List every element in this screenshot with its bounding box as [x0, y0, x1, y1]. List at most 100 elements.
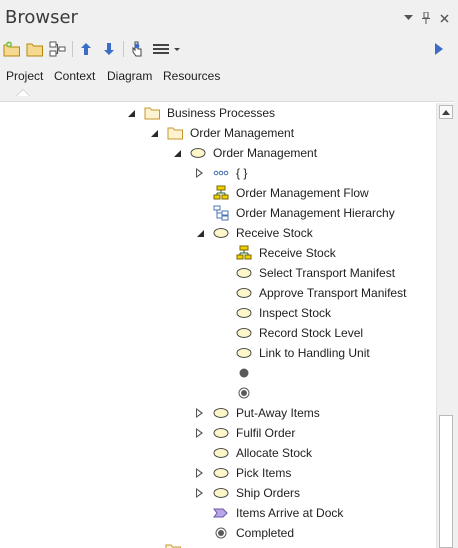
use-case-icon — [213, 485, 229, 501]
tree-node-label: Record Stock Level — [259, 326, 364, 340]
tab-strip: Project Context Diagram Resources — [0, 62, 458, 102]
folder-icon — [147, 540, 181, 548]
hierarchy-diagram-icon — [213, 205, 229, 221]
use-case-icon — [213, 445, 229, 461]
tree-node-label: Fulfil Order — [236, 426, 296, 440]
tree-node-label: Receive Stock — [236, 226, 313, 240]
expand-arrow-icon[interactable] — [195, 163, 205, 183]
new-diagram-icon[interactable] — [49, 40, 67, 58]
tree-node-label: Allocate Stock — [236, 446, 313, 460]
use-case-icon — [236, 285, 252, 301]
tree-node-label: Order Management — [213, 146, 318, 160]
new-package-icon[interactable] — [3, 40, 21, 58]
collapse-arrow-icon[interactable] — [195, 223, 205, 243]
window-title: Browser — [5, 7, 78, 28]
folder-icon — [144, 105, 160, 121]
activity-diagram-icon — [236, 245, 252, 261]
tree-node-label: Items Arrive at Dock — [236, 506, 344, 520]
tree-node[interactable]: Receive Stock — [218, 243, 336, 263]
tree-node-label: Ship Orders — [236, 486, 301, 500]
final-node-icon — [213, 525, 229, 541]
expand-arrow-icon[interactable] — [195, 403, 205, 423]
collapse-arrow-icon[interactable] — [149, 123, 159, 143]
tab-context[interactable]: Context — [54, 69, 95, 83]
toolbar — [0, 36, 458, 62]
tree-node[interactable] — [218, 383, 259, 403]
move-up-icon[interactable] — [77, 40, 95, 58]
tree-node-label: Link to Handling Unit — [259, 346, 370, 360]
tree-node-label: Completed — [236, 526, 295, 540]
use-case-icon — [213, 425, 229, 441]
use-case-icon — [236, 345, 252, 361]
window-controls — [402, 11, 450, 25]
tree-node-label: Pick Items — [236, 466, 292, 480]
use-case-icon — [236, 325, 252, 341]
use-case-icon — [236, 305, 252, 321]
use-case-icon — [213, 465, 229, 481]
tree-node[interactable]: Allocate Stock — [195, 443, 312, 463]
scroll-thumb[interactable] — [439, 415, 453, 548]
tab-resources[interactable]: Resources — [163, 69, 220, 83]
tree-node[interactable]: Approve Transport Manifest — [218, 283, 406, 303]
expand-arrow-icon[interactable] — [195, 483, 205, 503]
tree-node[interactable]: Put-Away Items — [195, 403, 320, 423]
activity-diagram-icon — [213, 185, 229, 201]
tree-node[interactable]: Inspect Stock — [218, 303, 331, 323]
tab-diagram[interactable]: Diagram — [107, 69, 152, 83]
tree-node[interactable]: Business Processes — [126, 103, 275, 123]
final-node-icon — [236, 385, 252, 401]
title-bar: Browser — [0, 0, 458, 36]
tree-node-label: Order Management Hierarchy — [236, 206, 395, 220]
tree-node-label: Select Transport Manifest — [259, 266, 396, 280]
collapse-arrow-icon[interactable] — [126, 103, 136, 123]
collapse-arrow-icon[interactable] — [172, 143, 182, 163]
locate-icon[interactable] — [128, 40, 146, 58]
tree-node[interactable]: Receive Stock — [195, 223, 313, 243]
project-tree: Business Processes Order Management Order … — [0, 103, 436, 548]
tree-node-label: Order Management — [190, 126, 295, 140]
tree-node[interactable]: Link to Handling Unit — [218, 343, 370, 363]
use-case-icon — [213, 225, 229, 241]
expand-toolbar-icon[interactable] — [430, 40, 448, 58]
tree-node[interactable]: Ship Orders — [195, 483, 300, 503]
tree-node-label: Approve Transport Manifest — [259, 286, 407, 300]
use-case-icon — [236, 265, 252, 281]
tree-node-label: Business Processes — [167, 106, 276, 120]
tree-node[interactable]: Fulfil Order — [195, 423, 295, 443]
menu-dropdown-icon[interactable] — [152, 40, 182, 58]
folder-icon — [167, 125, 183, 141]
tree-node[interactable]: Order Management — [149, 123, 294, 143]
tree-node[interactable] — [218, 363, 259, 383]
tree-node-label: Put-Away Items — [236, 406, 320, 420]
close-icon[interactable] — [438, 11, 450, 25]
expand-arrow-icon[interactable] — [195, 423, 205, 443]
pin-icon[interactable] — [420, 11, 432, 25]
use-case-icon — [190, 145, 206, 161]
tree-node[interactable]: Order Management Flow — [195, 183, 369, 203]
tree-node[interactable]: Completed — [195, 523, 294, 543]
vertical-scrollbar[interactable] — [436, 103, 454, 548]
tree-node[interactable]: Items Arrive at Dock — [195, 503, 343, 523]
tree-node[interactable]: Order Management Hierarchy — [195, 203, 395, 223]
scroll-up-button[interactable] — [439, 105, 453, 119]
tree-node[interactable]: { } — [195, 163, 247, 183]
tree-node[interactable]: Record Stock Level — [218, 323, 363, 343]
ellipsis-icon — [213, 165, 229, 181]
tree-node[interactable]: Pick Items — [195, 463, 291, 483]
tree-node-label: Order Management Flow — [236, 186, 369, 200]
toolbar-separator — [72, 41, 73, 57]
tree-node-label: { } — [236, 166, 248, 180]
event-icon — [213, 505, 229, 521]
toolbar-separator — [123, 41, 124, 57]
initial-node-icon — [236, 365, 252, 381]
expand-arrow-icon[interactable] — [195, 463, 205, 483]
dropdown-menu-icon[interactable] — [402, 11, 414, 25]
new-folder-icon[interactable] — [26, 40, 44, 58]
tree-node[interactable]: Order Management — [172, 143, 317, 163]
use-case-icon — [213, 405, 229, 421]
tree-node-label: Inspect Stock — [259, 306, 332, 320]
tab-project[interactable]: Project — [6, 69, 43, 83]
move-down-icon[interactable] — [100, 40, 118, 58]
tree-node-label: Receive Stock — [259, 246, 336, 260]
tree-node[interactable]: Select Transport Manifest — [218, 263, 395, 283]
